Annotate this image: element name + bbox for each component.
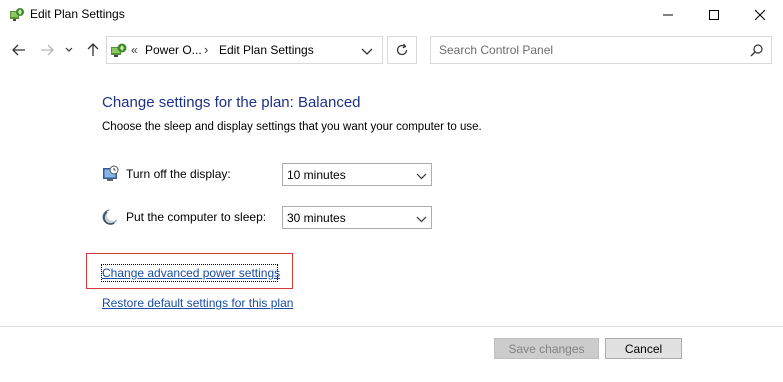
restore-defaults-link[interactable]: Restore default settings for this plan	[102, 296, 293, 310]
sleep-timeout-select[interactable]: 30 minutes	[282, 206, 432, 229]
title-bar: Edit Plan Settings	[0, 0, 783, 30]
display-timeout-label: Turn off the display:	[126, 167, 231, 181]
control-panel-icon	[110, 42, 128, 58]
breadcrumb-power-options[interactable]: Power O...	[145, 43, 202, 57]
breadcrumb-separator[interactable]: ›	[204, 42, 208, 57]
forward-button[interactable]	[38, 41, 56, 59]
refresh-button[interactable]	[387, 36, 417, 64]
address-history-button[interactable]	[359, 44, 375, 58]
navigation-bar: « Power O... › Edit Plan Settings Search…	[0, 32, 783, 68]
up-button[interactable]	[84, 41, 102, 59]
refresh-icon	[396, 43, 408, 56]
minimize-button[interactable]	[645, 0, 691, 30]
power-options-icon	[9, 6, 25, 22]
search-box[interactable]: Search Control Panel	[430, 36, 772, 64]
window-title: Edit Plan Settings	[30, 7, 125, 21]
chevron-down-icon	[416, 170, 427, 180]
chevron-down-icon	[416, 213, 427, 223]
back-arrow-icon	[12, 44, 25, 56]
display-timeout-select[interactable]: 10 minutes	[282, 163, 432, 186]
minimize-icon	[663, 14, 673, 16]
address-bar[interactable]: « Power O... › Edit Plan Settings	[106, 36, 383, 64]
breadcrumb-overflow[interactable]: «	[131, 43, 138, 57]
close-icon	[755, 10, 765, 20]
change-advanced-power-settings-link[interactable]: Change advanced power settings	[102, 266, 280, 280]
divider	[0, 326, 783, 327]
back-button[interactable]	[10, 41, 28, 59]
sleep-timeout-value: 30 minutes	[287, 211, 346, 225]
page-title: Change settings for the plan: Balanced	[102, 94, 361, 111]
chevron-down-icon	[65, 47, 73, 52]
cancel-button[interactable]: Cancel	[605, 338, 682, 359]
save-changes-button[interactable]: Save changes	[494, 338, 599, 359]
up-arrow-icon	[87, 43, 99, 56]
sleep-timeout-label: Put the computer to sleep:	[126, 210, 267, 224]
monitor-icon	[102, 165, 120, 183]
forward-arrow-icon	[41, 44, 54, 56]
search-icon[interactable]	[750, 43, 764, 57]
search-input[interactable]: Search Control Panel	[439, 43, 553, 57]
sleep-moon-icon	[102, 208, 120, 226]
page-description: Choose the sleep and display settings th…	[102, 121, 482, 133]
maximize-button[interactable]	[691, 0, 737, 30]
close-button[interactable]	[737, 0, 783, 30]
maximize-icon	[709, 10, 719, 20]
display-timeout-value: 10 minutes	[287, 168, 346, 182]
recent-locations-button[interactable]	[63, 41, 75, 59]
chevron-down-icon	[361, 48, 373, 55]
breadcrumb-edit-plan-settings[interactable]: Edit Plan Settings	[219, 43, 314, 57]
